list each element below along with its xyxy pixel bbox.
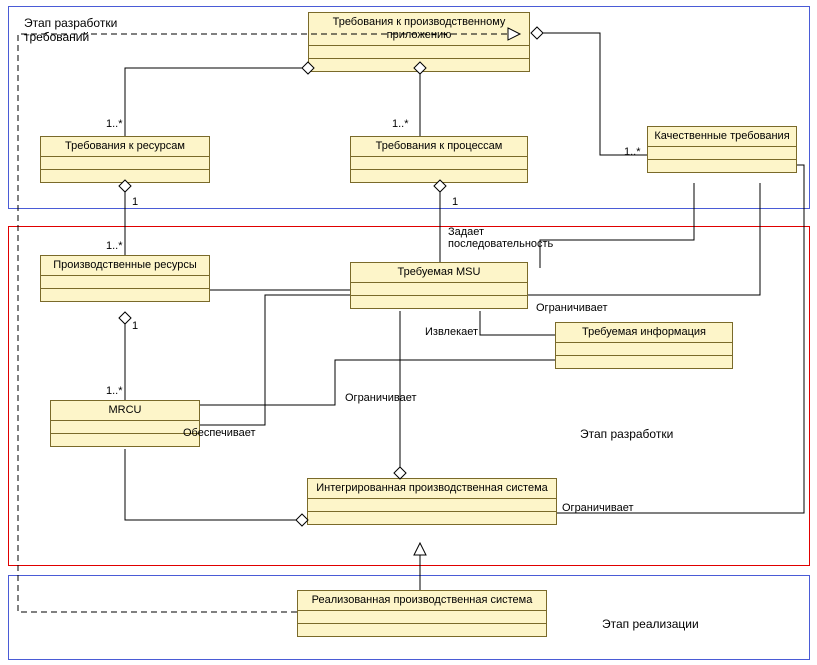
class-resource-requirements: Требования к ресурсам [40,136,210,183]
class-title: Реализованная производственная система [298,591,546,611]
class-title: Требуемая MSU [351,263,527,283]
mult-qual-req: 1..* [624,146,641,158]
class-title: MRCU [51,401,199,421]
class-title: Требования к производственному приложени… [309,13,529,46]
class-production-resources: Производственные ресурсы [40,255,210,302]
mult-prodres-top: 1 [132,196,138,208]
stage-design-label: Этап разработки [580,427,673,441]
class-integrated-system: Интегрированная производственная система [307,478,557,525]
class-title: Требуемая информация [556,323,732,343]
class-title: Качественные требования [648,127,796,147]
class-process-requirements: Требования к процессам [350,136,528,183]
class-quality-requirements: Качественные требования [647,126,797,173]
mult-prodres-mid: 1..* [106,240,123,252]
label-constrain-2: Ограничивает [345,392,417,404]
label-constrain-1: Ограничивает [536,302,608,314]
label-provide: Обеспечивает [183,427,256,439]
class-mrcu: MRCU [50,400,200,447]
mult-res-req: 1..* [106,118,123,130]
mult-mrcu-mid: 1..* [106,385,123,397]
class-title: Требования к ресурсам [41,137,209,157]
class-app-requirements: Требования к производственному приложени… [308,12,530,72]
label-constrain-3: Ограничивает [562,502,634,514]
class-title: Требования к процессам [351,137,527,157]
label-extract: Извлекает [425,326,478,338]
mult-proc-req: 1..* [392,118,409,130]
mult-mrcu-top: 1 [132,320,138,332]
label-sequence: Задает последовательность [448,226,553,250]
class-required-information: Требуемая информация [555,322,733,369]
class-realized-system: Реализованная производственная система [297,590,547,637]
class-title: Производственные ресурсы [41,256,209,276]
stage-impl-label: Этап реализации [602,617,699,631]
class-title: Интегрированная производственная система [308,479,556,499]
mult-procreq-bot: 1 [452,196,458,208]
stage-requirements-label: Этап разработки требований [24,16,117,44]
class-required-msu: Требуемая MSU [350,262,528,309]
